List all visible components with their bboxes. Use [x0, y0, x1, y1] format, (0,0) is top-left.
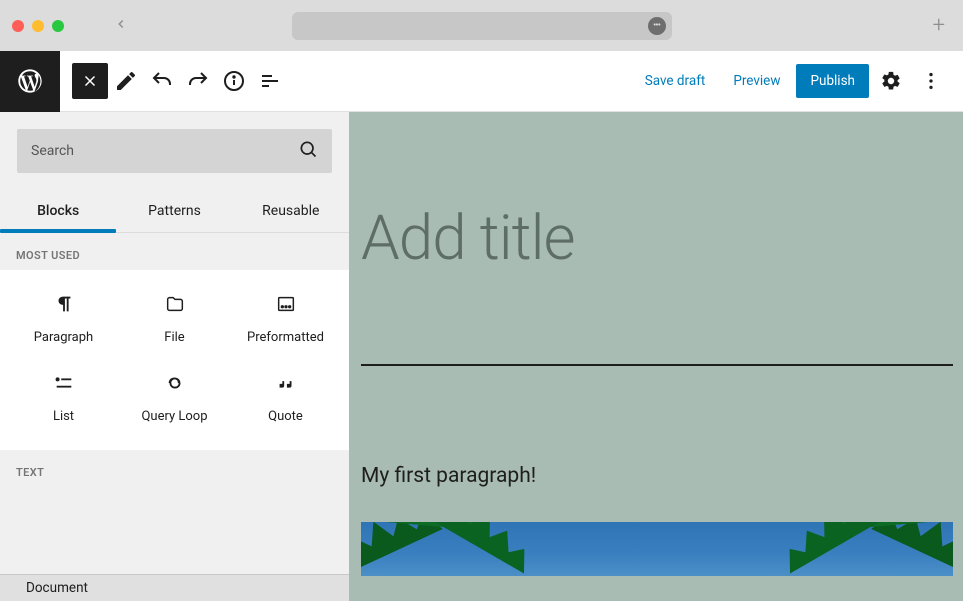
block-label: Paragraph: [34, 330, 93, 345]
editor-canvas[interactable]: Add title My first paragraph!: [349, 112, 963, 601]
block-query-loop[interactable]: Query Loop: [119, 353, 230, 432]
document-footer[interactable]: Document: [0, 574, 349, 601]
address-bar[interactable]: •••: [292, 12, 672, 40]
search-input[interactable]: [31, 143, 298, 159]
window-close-button[interactable]: [12, 20, 24, 32]
block-preformatted[interactable]: Preformatted: [230, 274, 341, 353]
block-inserter-panel: Blocks Patterns Reusable MOST USED Parag…: [0, 112, 349, 601]
window-minimize-button[interactable]: [32, 20, 44, 32]
section-text-label: TEXT: [0, 450, 349, 487]
block-label: File: [164, 330, 184, 345]
editor-toolbar: Save draft Preview Publish: [0, 51, 963, 112]
title-underline: [361, 364, 953, 366]
search-wrapper: [0, 112, 349, 190]
block-label: Preformatted: [247, 330, 324, 345]
tab-reusable[interactable]: Reusable: [233, 190, 349, 232]
block-list[interactable]: List: [8, 353, 119, 432]
app-window: ••• + Save draft Preview Publish: [0, 0, 963, 601]
section-most-used-label: MOST USED: [0, 233, 349, 270]
ellipsis-icon[interactable]: •••: [648, 17, 666, 35]
image-block[interactable]: [361, 522, 953, 576]
block-paragraph[interactable]: Paragraph: [8, 274, 119, 353]
toolbar-right: Save draft Preview Publish: [633, 63, 963, 99]
main-area: Blocks Patterns Reusable MOST USED Parag…: [0, 112, 963, 601]
query-loop-icon: [163, 371, 187, 395]
block-quote[interactable]: Quote: [230, 353, 341, 432]
paragraph-icon: [52, 292, 76, 316]
block-grid-most-used: Paragraph File Preformatted: [0, 270, 349, 442]
list-icon: [52, 371, 76, 395]
block-label: List: [53, 409, 74, 424]
new-tab-button[interactable]: +: [933, 13, 945, 38]
palm-left: [361, 522, 511, 576]
file-icon: [163, 292, 187, 316]
tab-patterns[interactable]: Patterns: [116, 190, 232, 232]
edit-tool-icon[interactable]: [108, 63, 144, 99]
info-icon[interactable]: [216, 63, 252, 99]
block-file[interactable]: File: [119, 274, 230, 353]
search-box[interactable]: [17, 129, 332, 173]
block-label: Query Loop: [141, 409, 207, 424]
quote-icon: [274, 371, 298, 395]
traffic-lights: [12, 20, 64, 32]
paragraph-block[interactable]: My first paragraph!: [361, 464, 536, 488]
tab-blocks[interactable]: Blocks: [0, 190, 116, 232]
block-label: Quote: [268, 409, 303, 424]
preformatted-icon: [274, 292, 298, 316]
save-draft-button[interactable]: Save draft: [633, 65, 718, 97]
close-inserter-button[interactable]: [72, 63, 108, 99]
outline-icon[interactable]: [252, 63, 288, 99]
palm-right: [803, 522, 953, 576]
back-chevron-icon[interactable]: [114, 15, 128, 36]
redo-icon[interactable]: [180, 63, 216, 99]
more-options-icon[interactable]: [913, 63, 949, 99]
inserter-tabs: Blocks Patterns Reusable: [0, 190, 349, 233]
post-title-placeholder[interactable]: Add title: [361, 202, 575, 275]
window-zoom-button[interactable]: [52, 20, 64, 32]
wordpress-logo[interactable]: [0, 51, 60, 112]
undo-icon[interactable]: [144, 63, 180, 99]
most-used-section: Paragraph File Preformatted: [0, 270, 349, 450]
preview-button[interactable]: Preview: [721, 65, 792, 97]
window-titlebar: ••• +: [0, 0, 963, 51]
search-icon: [298, 139, 318, 163]
settings-icon[interactable]: [873, 63, 909, 99]
publish-button[interactable]: Publish: [796, 64, 869, 98]
